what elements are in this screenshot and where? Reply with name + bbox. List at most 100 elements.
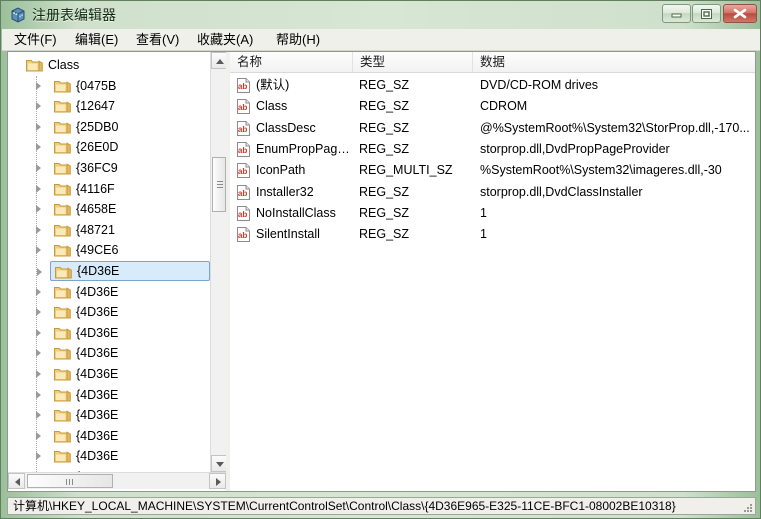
svg-text:ab: ab bbox=[238, 210, 248, 219]
tree-item[interactable]: {4D36E bbox=[36, 385, 210, 405]
chevron-right-icon[interactable] bbox=[37, 268, 42, 276]
registry-values-pane[interactable]: 名称 类型 数据 ab (默认) REG_SZ DVD/CD-ROM drives ab… bbox=[230, 52, 755, 491]
table-row[interactable]: ab Installer32 REG_SZ storprop.dll,DvdClass… bbox=[230, 182, 755, 203]
maximize-restore-button[interactable] bbox=[692, 4, 721, 23]
svg-text:ab: ab bbox=[238, 146, 248, 155]
chevron-right-icon[interactable] bbox=[36, 328, 41, 337]
chevron-right-icon[interactable] bbox=[36, 411, 41, 420]
tree-item[interactable]: {4D36E bbox=[36, 282, 210, 302]
tree-item[interactable]: {4D36E bbox=[36, 323, 210, 343]
tree-item[interactable]: {4D36E bbox=[36, 302, 210, 322]
folder-icon bbox=[54, 202, 71, 216]
string-value-icon: ab bbox=[236, 205, 251, 221]
cell-type: REG_SZ bbox=[359, 205, 410, 220]
svg-text:ab: ab bbox=[238, 167, 248, 176]
tree-scroll-thumb[interactable] bbox=[212, 157, 226, 212]
tree-hscroll-thumb[interactable] bbox=[27, 474, 113, 488]
tree-item-label: {4116F bbox=[76, 181, 115, 196]
tree-item[interactable]: {26E0D bbox=[36, 137, 210, 157]
table-row[interactable]: ab Class REG_SZ CDROM bbox=[230, 96, 755, 117]
tree-scroll-down-button[interactable] bbox=[211, 455, 226, 472]
table-row[interactable]: ab (默认) REG_SZ DVD/CD-ROM drives bbox=[230, 75, 755, 96]
menu-view[interactable]: 查看(V) bbox=[130, 31, 185, 49]
registry-editor-window: 注册表编辑器 文件(F) 编辑(E) 查看(V) 收藏夹(A) 帮助(H) Cl… bbox=[0, 0, 761, 519]
menu-help[interactable]: 帮助(H) bbox=[270, 31, 326, 49]
folder-icon bbox=[26, 58, 43, 72]
cell-type: REG_SZ bbox=[359, 120, 410, 135]
cell-data: storprop.dll,DvdClassInstaller bbox=[480, 184, 643, 199]
menu-edit[interactable]: 编辑(E) bbox=[69, 31, 124, 49]
tree-scroll-right-button[interactable] bbox=[209, 473, 226, 489]
tree-item[interactable]: {12647 bbox=[36, 96, 210, 116]
folder-icon bbox=[54, 79, 71, 93]
tree-item-label: {49CE6 bbox=[76, 243, 119, 258]
tree-item[interactable]: Class bbox=[22, 55, 210, 75]
tree-item[interactable]: {49CE6 bbox=[36, 240, 210, 260]
tree-item[interactable]: {4D36E bbox=[36, 343, 210, 363]
svg-text:ab: ab bbox=[238, 189, 248, 198]
tree-vertical-scrollbar[interactable] bbox=[210, 52, 226, 472]
menu-file[interactable]: 文件(F) bbox=[8, 31, 63, 49]
chevron-right-icon[interactable] bbox=[36, 431, 41, 440]
cell-data: 1 bbox=[480, 227, 487, 242]
tree-item[interactable]: {0475B bbox=[36, 76, 210, 96]
chevron-right-icon[interactable] bbox=[36, 143, 41, 152]
folder-icon bbox=[54, 449, 71, 463]
tree-item-selected[interactable]: {4D36E bbox=[37, 261, 210, 281]
column-header-name[interactable]: 名称 bbox=[230, 52, 353, 72]
chevron-right-icon[interactable] bbox=[36, 81, 41, 90]
tree-scroll-left-button[interactable] bbox=[8, 473, 25, 489]
chevron-right-icon[interactable] bbox=[36, 452, 41, 461]
chevron-right-icon[interactable] bbox=[36, 349, 41, 358]
cell-name: (默认) bbox=[256, 78, 290, 92]
table-row[interactable]: ab EnumPropPag… REG_SZ storprop.dll,DvdProp… bbox=[230, 139, 755, 160]
cell-type: REG_SZ bbox=[359, 78, 410, 92]
cell-type: REG_SZ bbox=[359, 184, 410, 199]
minimize-button[interactable] bbox=[662, 4, 691, 23]
column-header-data[interactable]: 数据 bbox=[473, 52, 755, 72]
chevron-right-icon[interactable] bbox=[36, 390, 41, 399]
tree-item-label: {48721 bbox=[76, 222, 115, 237]
chevron-right-icon[interactable] bbox=[36, 370, 41, 378]
chevron-right-icon[interactable] bbox=[36, 246, 41, 255]
chevron-right-icon[interactable] bbox=[36, 287, 41, 296]
cell-name: NoInstallClass bbox=[256, 205, 336, 220]
chevron-right-icon[interactable] bbox=[36, 102, 41, 111]
tree-item[interactable]: {4D36E bbox=[36, 446, 210, 466]
chevron-right-icon[interactable] bbox=[36, 205, 41, 214]
chevron-right-icon[interactable] bbox=[36, 122, 41, 131]
registry-tree-pane[interactable]: Class {0475B {12647 {25DB0 {26E0D {36FC9 {4116… bbox=[8, 52, 226, 491]
chevron-right-icon[interactable] bbox=[36, 308, 41, 317]
table-row[interactable]: ab ClassDesc REG_SZ @%SystemRoot%\System32\… bbox=[230, 118, 755, 139]
tree-item[interactable]: {25DB0 bbox=[36, 117, 210, 137]
tree-item-label: {4D36E bbox=[77, 264, 120, 278]
tree-horizontal-scrollbar[interactable] bbox=[8, 472, 226, 489]
chevron-right-icon[interactable] bbox=[36, 225, 41, 234]
tree-item[interactable]: {4116F bbox=[36, 179, 210, 199]
chevron-right-icon[interactable] bbox=[36, 184, 41, 193]
tree-item[interactable]: {4D36E bbox=[36, 364, 210, 384]
chevron-right-icon[interactable] bbox=[36, 164, 41, 172]
tree-item-label: {4D36E bbox=[76, 346, 119, 361]
registry-tree[interactable]: Class {0475B {12647 {25DB0 {26E0D {36FC9 {4116… bbox=[8, 52, 210, 472]
tree-item[interactable]: {36FC9 bbox=[36, 158, 210, 178]
table-row[interactable]: ab NoInstallClass REG_SZ 1 bbox=[230, 203, 755, 224]
menu-favorites[interactable]: 收藏夹(A) bbox=[191, 31, 259, 49]
string-value-icon: ab bbox=[236, 227, 251, 243]
folder-icon bbox=[54, 429, 71, 443]
tree-item[interactable]: {4D36E bbox=[36, 426, 210, 446]
folder-icon bbox=[54, 285, 71, 299]
column-header-type[interactable]: 类型 bbox=[353, 52, 473, 72]
resize-grip-icon[interactable] bbox=[741, 501, 753, 513]
close-button[interactable] bbox=[723, 4, 757, 23]
status-bar-path: 计算机\HKEY_LOCAL_MACHINE\SYSTEM\CurrentCon… bbox=[13, 499, 676, 513]
tree-item[interactable]: {4658E bbox=[36, 199, 210, 219]
tree-item[interactable]: {48721 bbox=[36, 220, 210, 240]
string-value-icon: ab bbox=[236, 184, 251, 200]
table-row[interactable]: ab IconPath REG_MULTI_SZ %SystemRoot%\Syste… bbox=[230, 160, 755, 181]
table-row[interactable]: ab SilentInstall REG_SZ 1 bbox=[230, 224, 755, 245]
tree-item[interactable]: {4D36E bbox=[36, 405, 210, 425]
tree-scroll-up-button[interactable] bbox=[211, 52, 226, 69]
folder-icon bbox=[54, 161, 71, 175]
title-bar: 注册表编辑器 bbox=[1, 1, 760, 29]
